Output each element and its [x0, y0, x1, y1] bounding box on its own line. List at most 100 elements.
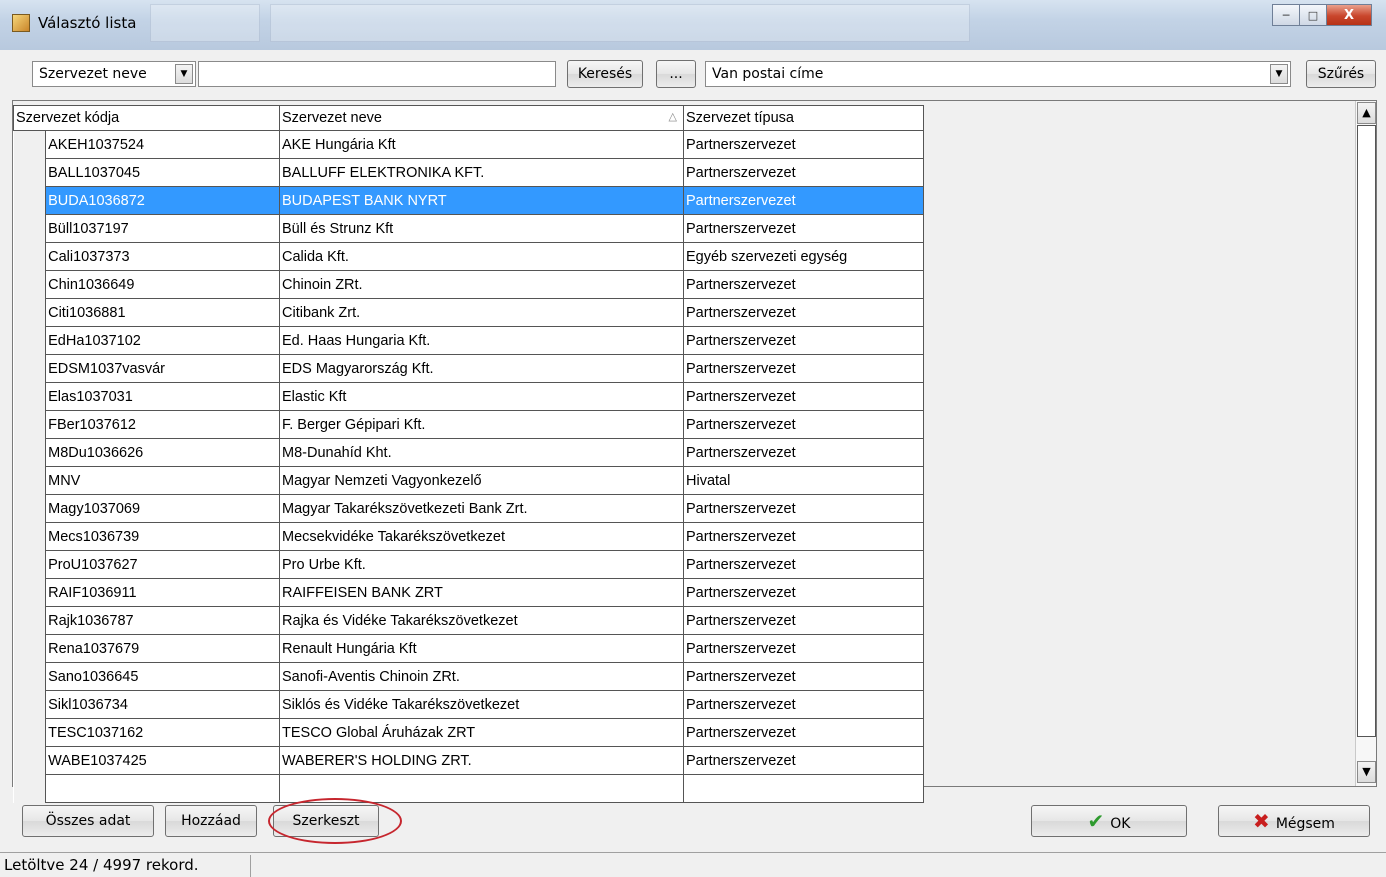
- table-row[interactable]: M8Du1036626 M8-Dunahíd Kht. Partnerszervez…: [13, 438, 924, 467]
- cell-name[interactable]: BALLUFF ELEKTRONIKA KFT.: [279, 158, 684, 187]
- cell-code[interactable]: BUDA1036872: [45, 186, 280, 215]
- cell-type[interactable]: Partnerszervezet: [683, 662, 924, 691]
- cell-type[interactable]: Partnerszervezet: [683, 326, 924, 355]
- add-button[interactable]: Hozzáad: [165, 805, 257, 837]
- cell-type[interactable]: Partnerszervezet: [683, 494, 924, 523]
- column-header-code[interactable]: Szervezet kódja: [13, 105, 280, 131]
- chevron-down-icon[interactable]: ▼: [1270, 64, 1288, 84]
- cell-code[interactable]: RAIF1036911: [45, 578, 280, 607]
- table-row[interactable]: EdHa1037102 Ed. Haas Hungaria Kft. Partner…: [13, 326, 924, 355]
- cell-name[interactable]: Magyar Nemzeti Vagyonkezelő: [279, 466, 684, 495]
- cell-code[interactable]: Büll1037197: [45, 214, 280, 243]
- ok-button[interactable]: ✔ OK: [1031, 805, 1187, 837]
- table-row[interactable]: AKEH1037524 AKE Hungária Kft Partnerszerve…: [13, 130, 924, 159]
- table-row[interactable]: Rena1037679 Renault Hungária Kft Partnersz…: [13, 634, 924, 663]
- cell-code[interactable]: FBer1037612: [45, 410, 280, 439]
- cell-code[interactable]: Rena1037679: [45, 634, 280, 663]
- table-row[interactable]: Elas1037031 Elastic Kft Partnerszervezet: [13, 382, 924, 411]
- table-row[interactable]: Cali1037373 Calida Kft. Egyéb szervezeti e…: [13, 242, 924, 271]
- cell-name[interactable]: Chinoin ZRt.: [279, 270, 684, 299]
- cell-name[interactable]: Calida Kft.: [279, 242, 684, 271]
- scroll-thumb[interactable]: [1357, 125, 1376, 737]
- cell-type[interactable]: Partnerszervezet: [683, 522, 924, 551]
- column-header-type[interactable]: Szervezet típusa: [683, 105, 924, 131]
- cell-code[interactable]: Sano1036645: [45, 662, 280, 691]
- cell-code[interactable]: Rajk1036787: [45, 606, 280, 635]
- cell-type[interactable]: Partnerszervezet: [683, 410, 924, 439]
- table-row[interactable]: WABE1037425 WABERER'S HOLDING ZRT. Partner…: [13, 746, 924, 775]
- cell-code[interactable]: Magy1037069: [45, 494, 280, 523]
- scroll-up-icon[interactable]: ▲: [1357, 102, 1376, 124]
- cell-code[interactable]: Elas1037031: [45, 382, 280, 411]
- cell-code[interactable]: Cali1037373: [45, 242, 280, 271]
- cell-code[interactable]: ProU1037627: [45, 550, 280, 579]
- cell-code[interactable]: WABE1037425: [45, 746, 280, 775]
- cell-type[interactable]: Partnerszervezet: [683, 382, 924, 411]
- close-button[interactable]: X: [1326, 4, 1372, 26]
- cell-code[interactable]: Citi1036881: [45, 298, 280, 327]
- table-row[interactable]: Magy1037069 Magyar Takarékszövetkezeti Ba…: [13, 494, 924, 523]
- cell-name[interactable]: Rajka és Vidéke Takarékszövetkezet: [279, 606, 684, 635]
- cell-name[interactable]: Büll és Strunz Kft: [279, 214, 684, 243]
- cell-name[interactable]: Sanofi-Aventis Chinoin ZRt.: [279, 662, 684, 691]
- cell-code[interactable]: AKEH1037524: [45, 130, 280, 159]
- table-row[interactable]: Citi1036881 Citibank Zrt. Partnerszervezet: [13, 298, 924, 327]
- cell-type[interactable]: Partnerszervezet: [683, 606, 924, 635]
- cell-type[interactable]: Partnerszervezet: [683, 130, 924, 159]
- cell-name[interactable]: Mecsekvidéke Takarékszövetkezet: [279, 522, 684, 551]
- table-row[interactable]: ProU1037627 Pro Urbe Kft. Partnerszervezet: [13, 550, 924, 579]
- cell-type[interactable]: Partnerszervezet: [683, 158, 924, 187]
- table-row[interactable]: MNV Magyar Nemzeti Vagyonkezelő Hivatal: [13, 466, 924, 495]
- cell-type[interactable]: Partnerszervezet: [683, 634, 924, 663]
- table-row[interactable]: Mecs1036739 Mecsekvidéke Takarékszövetkez…: [13, 522, 924, 551]
- cell-code[interactable]: TESC1037162: [45, 718, 280, 747]
- cell-type[interactable]: Partnerszervezet: [683, 354, 924, 383]
- cell-code[interactable]: Sikl1036734: [45, 690, 280, 719]
- cell-code[interactable]: EDSM1037vasvár: [45, 354, 280, 383]
- cell-type[interactable]: Egyéb szervezeti egység: [683, 242, 924, 271]
- table-row[interactable]: BALL1037045 BALLUFF ELEKTRONIKA KFT. Partn…: [13, 158, 924, 187]
- cell-type[interactable]: Partnerszervezet: [683, 578, 924, 607]
- column-header-name[interactable]: Szervezet neve △: [279, 105, 684, 131]
- table-row[interactable]: Chin1036649 Chinoin ZRt. Partnerszervezet: [13, 270, 924, 299]
- cell-type[interactable]: Partnerszervezet: [683, 214, 924, 243]
- cell-type[interactable]: Hivatal: [683, 466, 924, 495]
- cell-type[interactable]: Partnerszervezet: [683, 438, 924, 467]
- cell-code[interactable]: M8Du1036626: [45, 438, 280, 467]
- maximize-button[interactable]: □: [1299, 4, 1327, 26]
- chevron-down-icon[interactable]: ▼: [175, 64, 193, 84]
- cell-type[interactable]: Partnerszervezet: [683, 550, 924, 579]
- more-button[interactable]: ...: [656, 60, 696, 88]
- cell-name[interactable]: Citibank Zrt.: [279, 298, 684, 327]
- all-data-button[interactable]: Összes adat: [22, 805, 154, 837]
- cell-type[interactable]: Partnerszervezet: [683, 690, 924, 719]
- cell-name[interactable]: M8-Dunahíd Kht.: [279, 438, 684, 467]
- vertical-scrollbar[interactable]: ▲ ▼: [1355, 101, 1376, 786]
- table-row[interactable]: FBer1037612 F. Berger Gépipari Kft. Partne…: [13, 410, 924, 439]
- table-row[interactable]: BUDA1036872 BUDAPEST BANK NYRT Partnerszer…: [13, 186, 924, 215]
- cell-name[interactable]: Pro Urbe Kft.: [279, 550, 684, 579]
- cell-code[interactable]: EdHa1037102: [45, 326, 280, 355]
- cell-name[interactable]: F. Berger Gépipari Kft.: [279, 410, 684, 439]
- cell-code[interactable]: Mecs1036739: [45, 522, 280, 551]
- table-row[interactable]: Rajk1036787 Rajka és Vidéke Takarékszövet…: [13, 606, 924, 635]
- cell-name[interactable]: EDS Magyarország Kft.: [279, 354, 684, 383]
- cell-type[interactable]: Partnerszervezet: [683, 746, 924, 775]
- minimize-button[interactable]: ─: [1272, 4, 1300, 26]
- field-select[interactable]: Szervezet neve ▼: [32, 61, 196, 87]
- cell-type[interactable]: Partnerszervezet: [683, 186, 924, 215]
- table-row[interactable]: Sikl1036734 Siklós és Vidéke Takarékszöve…: [13, 690, 924, 719]
- cell-name[interactable]: AKE Hungária Kft: [279, 130, 684, 159]
- cell-name[interactable]: RAIFFEISEN BANK ZRT: [279, 578, 684, 607]
- cell-name[interactable]: Siklós és Vidéke Takarékszövetkezet: [279, 690, 684, 719]
- scroll-down-icon[interactable]: ▼: [1357, 761, 1376, 783]
- table-row[interactable]: TESC1037162 TESCO Global Áruházak ZRT Part…: [13, 718, 924, 747]
- cell-name[interactable]: Ed. Haas Hungaria Kft.: [279, 326, 684, 355]
- cancel-button[interactable]: ✖ Mégsem: [1218, 805, 1370, 837]
- table-row[interactable]: RAIF1036911 RAIFFEISEN BANK ZRT Partnersze…: [13, 578, 924, 607]
- filter-button[interactable]: Szűrés: [1306, 60, 1376, 88]
- cell-type[interactable]: Partnerszervezet: [683, 270, 924, 299]
- search-input[interactable]: [198, 61, 556, 87]
- filter-select[interactable]: Van postai címe ▼: [705, 61, 1291, 87]
- cell-name[interactable]: BUDAPEST BANK NYRT: [279, 186, 684, 215]
